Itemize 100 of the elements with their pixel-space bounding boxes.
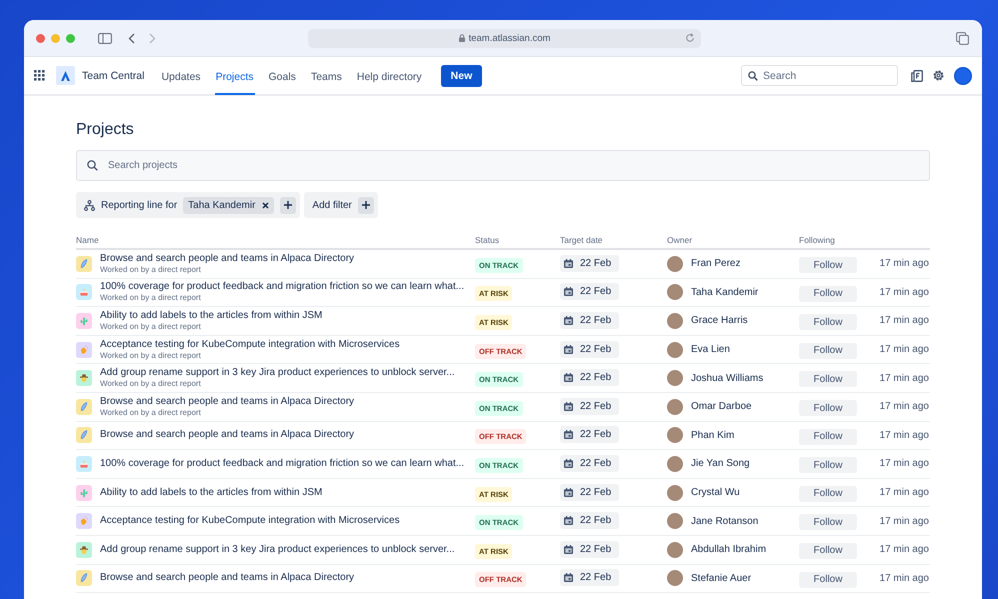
column-header[interactable]: Status	[475, 234, 560, 244]
follow-button[interactable]: Follow	[799, 342, 857, 359]
back-icon[interactable]	[128, 32, 135, 44]
project-name[interactable]: Add group rename support in 3 key Jira product experiences to unblock server...	[100, 544, 455, 556]
owner-name[interactable]: Phan Kim	[691, 430, 734, 441]
updated-time: 17 min ago	[878, 544, 929, 556]
calendar-icon	[564, 573, 573, 582]
follow-button[interactable]: Follow	[799, 542, 857, 559]
app-switcher-icon[interactable]	[34, 70, 45, 81]
search-field[interactable]: Search	[741, 65, 898, 86]
plus-icon	[362, 201, 370, 209]
updated-time: 17 min ago	[878, 430, 929, 441]
search-icon	[748, 71, 758, 81]
add-value-button[interactable]	[280, 196, 296, 214]
remove-icon[interactable]	[262, 202, 270, 208]
owner-avatar	[667, 570, 683, 586]
owner-avatar	[667, 256, 683, 272]
filter-value-chip[interactable]: Taha Kandemir	[183, 196, 274, 214]
project-name[interactable]: 100% coverage for product feedback and migration friction so we can learn what...	[100, 281, 464, 294]
calendar-icon	[564, 516, 573, 526]
product-name[interactable]: Team Central	[82, 70, 144, 82]
owner-name[interactable]: Stefanie Auer	[691, 572, 752, 584]
project-icon	[76, 398, 92, 415]
feedback-icon[interactable]	[911, 70, 923, 82]
add-filter-label[interactable]: Add filter	[312, 200, 352, 210]
owner-name[interactable]: Jane Rotanson	[691, 516, 758, 527]
calendar-icon	[564, 258, 573, 268]
target-date[interactable]: 22 Feb	[560, 484, 620, 501]
project-name[interactable]: Ability to add labels to the articles from within JSM	[100, 310, 322, 322]
follow-button[interactable]: Follow	[799, 371, 857, 388]
target-date[interactable]: 22 Feb	[560, 426, 620, 444]
project-subtitle: Worked on by a direct report	[100, 408, 202, 418]
settings-icon[interactable]	[932, 69, 945, 82]
updated-time: 17 min ago	[878, 372, 929, 384]
project-search-field[interactable]: Search projects	[76, 150, 930, 181]
address-bar[interactable]: team.atlassian.com	[308, 28, 701, 48]
owner-name[interactable]: Grace Harris	[691, 315, 748, 326]
product-logo-icon[interactable]	[56, 66, 75, 85]
target-date[interactable]: 22 Feb	[560, 454, 620, 472]
nav-tab[interactable]: Teams	[310, 58, 343, 95]
owner-avatar	[667, 427, 683, 444]
owner-name[interactable]: Jie Yan Song	[691, 458, 750, 470]
calendar-icon	[564, 544, 573, 554]
nav-tab[interactable]: Goals	[268, 58, 297, 95]
column-header[interactable]: Owner	[667, 234, 799, 244]
owner-name[interactable]: Fran Perez	[691, 258, 740, 270]
owner-avatar	[667, 284, 683, 300]
target-date[interactable]: 22 Feb	[560, 254, 620, 272]
column-header[interactable]: Target date	[560, 234, 667, 244]
follow-button[interactable]: Follow	[799, 257, 857, 274]
project-name[interactable]: Browse and search people and teams in Alpaca Directory	[100, 396, 354, 408]
follow-button[interactable]: Follow	[799, 400, 857, 416]
target-date[interactable]: 22 Feb	[560, 540, 620, 558]
target-date[interactable]: 22 Feb	[560, 283, 620, 300]
project-name[interactable]: Ability to add labels to the articles from within JSM	[100, 486, 322, 499]
project-icon	[76, 427, 92, 444]
owner-name[interactable]: Abdullah Ibrahim	[691, 544, 766, 556]
sidebar-toggle-icon[interactable]	[98, 32, 112, 44]
user-avatar[interactable]	[954, 66, 972, 84]
follow-button[interactable]: Follow	[799, 428, 857, 445]
target-date[interactable]: 22 Feb	[560, 569, 620, 586]
project-name[interactable]: Add group rename support in 3 key Jira product experiences to unblock server...	[100, 367, 455, 380]
add-filter-group[interactable]: Add filter	[304, 192, 378, 218]
follow-button[interactable]: Follow	[799, 286, 857, 302]
tabs-overview-icon[interactable]	[956, 32, 969, 44]
target-date[interactable]: 22 Feb	[560, 312, 620, 329]
owner-name[interactable]: Omar Darboe	[691, 401, 752, 412]
new-button[interactable]: New	[440, 64, 482, 86]
updated-time: 17 min ago	[878, 401, 929, 412]
project-icon	[76, 312, 92, 329]
target-date[interactable]: 22 Feb	[560, 340, 620, 358]
column-header[interactable]: Name	[76, 234, 475, 244]
project-icon	[76, 484, 92, 501]
target-date[interactable]: 22 Feb	[560, 398, 620, 415]
nav-tab[interactable]: Updates	[160, 58, 202, 95]
owner-avatar	[667, 370, 683, 386]
nav-tab[interactable]: Help directory	[356, 58, 423, 95]
close-window-icon[interactable]	[36, 34, 45, 42]
follow-button[interactable]: Follow	[799, 514, 857, 530]
nav-tab[interactable]: Projects	[214, 58, 254, 95]
follow-button[interactable]: Follow	[799, 314, 857, 330]
project-name[interactable]: Browse and search people and teams in Alpaca Directory	[100, 252, 354, 265]
owner-name[interactable]: Taha Kandemir	[691, 286, 758, 298]
project-name[interactable]: Acceptance testing for KubeCompute integration with Microservices	[100, 338, 400, 351]
project-name[interactable]: Browse and search people and teams in Alpaca Directory	[100, 429, 354, 442]
project-name[interactable]: 100% coverage for product feedback and migration friction so we can learn what...	[100, 458, 464, 470]
owner-name[interactable]: Crystal Wu	[691, 487, 740, 498]
project-name[interactable]: Browse and search people and teams in Alpaca Directory	[100, 572, 354, 584]
reload-icon[interactable]	[685, 32, 695, 42]
owner-name[interactable]: Eva Lien	[691, 344, 730, 356]
follow-button[interactable]: Follow	[799, 572, 857, 588]
add-filter-button[interactable]	[358, 196, 374, 214]
owner-name[interactable]: Joshua Williams	[691, 372, 764, 384]
follow-button[interactable]: Follow	[799, 457, 857, 474]
project-name[interactable]: Acceptance testing for KubeCompute integration with Microservices	[100, 515, 400, 528]
target-date[interactable]: 22 Feb	[560, 512, 620, 530]
column-header[interactable]: Following	[799, 234, 869, 244]
project-subtitle: Worked on by a direct report	[100, 264, 202, 275]
target-date[interactable]: 22 Feb	[560, 369, 620, 386]
follow-button[interactable]: Follow	[799, 486, 857, 502]
